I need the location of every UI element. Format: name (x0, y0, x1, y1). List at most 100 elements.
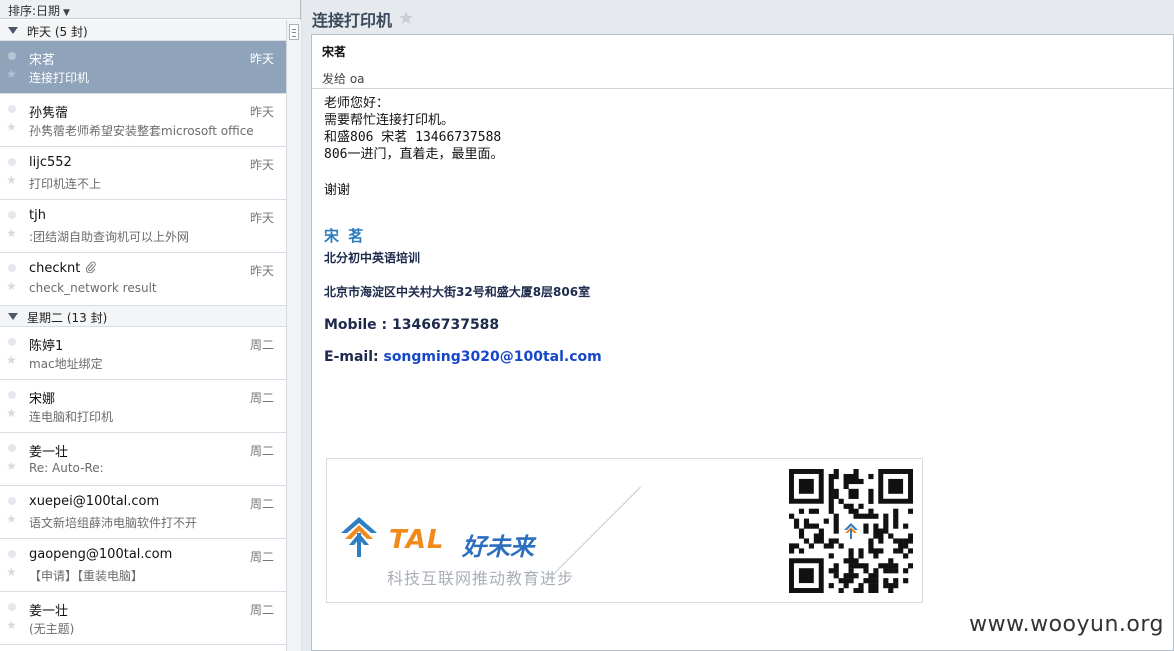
body-line: 需要帮忙连接打印机。 (324, 113, 455, 128)
star-icon[interactable]: ★ (6, 566, 17, 578)
mail-sender: 孙隽蓿 (29, 106, 69, 121)
collapse-triangle-icon[interactable] (8, 27, 18, 34)
signature: 宋 茗 北分初中英语培训 北京市海淀区中关村大街32号和盛大厦8层806室 Mo… (324, 225, 1173, 365)
unread-dot-icon[interactable] (8, 264, 16, 272)
mail-list-item[interactable]: ★ lijc552 昨天打印机连不上 (0, 147, 286, 200)
message-view: 宋茗 发给 oa 老师您好： 需要帮忙连接打印机。 和盛806 宋茗 13466… (311, 34, 1174, 651)
group-header[interactable]: 星期二 (13 封) (0, 306, 286, 327)
mail-subject-preview: 语文新培组薛沛电脑软件打不开 (29, 516, 198, 530)
unread-dot-icon[interactable] (8, 105, 16, 113)
mail-date: 周二 (249, 338, 274, 352)
mail-subject-preview: 连接打印机 (29, 71, 90, 85)
unread-dot-icon[interactable] (8, 52, 16, 60)
mail-subject-preview: (无主题) (29, 622, 75, 636)
qr-code-icon (789, 469, 913, 593)
star-icon[interactable]: ★ (6, 121, 17, 133)
collapse-triangle-icon[interactable] (8, 313, 18, 320)
signature-mobile: Mobile : 13466737588 (324, 317, 500, 333)
signature-address: 北京市海淀区中关村大街32号和盛大厦8层806室 (324, 285, 591, 299)
signature-banner: TAL 好未来 科技互联网推动教育进步 (326, 458, 923, 603)
mail-subject-preview: :团结湖自助查询机可以上外网 (29, 230, 190, 244)
message-subject: 连接打印机 (312, 11, 393, 30)
mail-subject-preview: 孙隽蓿老师希望安装整套microsoft office (29, 124, 254, 138)
subject-bar: 连接打印机 ★ (302, 0, 1174, 33)
mail-sender: 陈婷1 (29, 339, 64, 354)
mail-list-item[interactable]: ★ gaopeng@100tal.com 周二 【申请】【重装电脑】 (0, 539, 286, 592)
body-thanks: 谢谢 (324, 183, 351, 198)
mail-sender: lijc552 (29, 155, 72, 170)
list-scrollbar[interactable] (286, 20, 301, 651)
star-icon[interactable]: ★ (6, 619, 17, 631)
mail-list-item[interactable]: ★ tjh 昨天 :团结湖自助查询机可以上外网 (0, 200, 286, 253)
star-icon[interactable]: ★ (6, 460, 17, 472)
unread-dot-icon[interactable] (8, 338, 16, 346)
mail-date: 昨天 (249, 264, 274, 278)
email-link[interactable]: songming3020@100tal.com (383, 349, 601, 365)
tal-logo-cn: 好未来 (462, 533, 534, 561)
tal-tree-logo-icon (341, 517, 377, 557)
tal-logo-text: TAL (389, 525, 445, 555)
mail-date: 周二 (249, 603, 274, 617)
mail-list: 昨天 (5 封) ★ 宋茗 昨天 连接打印机 ★ 孙隽蓿 昨天 孙隽蓿老师希望安装整套micro… (0, 20, 286, 651)
mail-list-pane: 排序:日期 ▼ 昨天 (5 封) ★ 宋茗 昨天 连接打印机 ★ 孙隽蓿 昨天 孙隽蓿老师希望安装… (0, 0, 301, 651)
mail-list-item[interactable]: ★ 姜一壮 周二 Re: Auto-Re: (0, 433, 286, 486)
unread-dot-icon[interactable] (8, 550, 16, 558)
star-icon[interactable]: ★ (6, 174, 17, 186)
body-line: 806一进门，直着走，最里面。 (324, 147, 504, 162)
star-icon[interactable]: ★ (6, 407, 17, 419)
mail-date: 周二 (249, 550, 274, 564)
mail-subject-preview: Re: Auto-Re: (29, 461, 104, 475)
unread-dot-icon[interactable] (8, 158, 16, 166)
banner-tagline: 科技互联网推动教育进步 (387, 569, 575, 588)
mail-subject-preview: 【申请】【重装电脑】 (29, 569, 144, 583)
unread-dot-icon[interactable] (8, 444, 16, 452)
star-icon[interactable]: ★ (6, 354, 17, 366)
mail-list-item[interactable]: ★ 宋娜 周二连电脑和打印机 (0, 380, 286, 433)
body-line: 老师您好： (324, 96, 390, 111)
mail-date: 昨天 (249, 158, 274, 172)
unread-dot-icon[interactable] (8, 211, 16, 219)
star-icon[interactable]: ★ (6, 68, 17, 80)
mail-subject-preview: 打印机连不上 (29, 177, 102, 191)
reading-pane: 连接打印机 ★ 宋茗 发给 oa 老师您好： 需要帮忙连接打印机。 和盛806 … (302, 0, 1174, 651)
mail-sender: xuepei@100tal.com (29, 494, 160, 509)
star-icon[interactable]: ★ (398, 8, 414, 29)
mail-subject-preview: check_network result (29, 281, 157, 295)
message-body: 老师您好： 需要帮忙连接打印机。 和盛806 宋茗 13466737588 80… (312, 89, 1173, 365)
mail-list-item[interactable]: ★ 宋茗 昨天连接打印机 (0, 41, 286, 94)
signature-name: 宋 茗 (324, 227, 366, 245)
mail-list-item[interactable]: ★ xuepei@100tal.com 周二 语文新培组薛沛电脑软件打不开 (0, 486, 286, 539)
mail-sender: 宋娜 (29, 392, 56, 407)
mail-subject-preview: 连电脑和打印机 (29, 410, 114, 424)
unread-dot-icon[interactable] (8, 603, 16, 611)
mail-list-item[interactable]: ★ 陈婷1 周二 mac地址绑定 (0, 327, 286, 380)
body-line: 和盛806 宋茗 13466737588 (324, 130, 502, 145)
mail-sender: 宋茗 (29, 53, 56, 68)
mail-sender: tjh (29, 208, 46, 223)
mail-date: 周二 (249, 391, 274, 405)
message-to: 发给 oa (322, 72, 365, 86)
star-icon[interactable]: ★ (6, 227, 17, 239)
unread-dot-icon[interactable] (8, 497, 16, 505)
email-label: E-mail: (324, 349, 384, 365)
group-title: 昨天 (5 封) (27, 25, 88, 39)
scrollbar-thumb[interactable] (289, 24, 299, 40)
mail-list-item[interactable]: ★ 姜一壮 周二 (无主题) (0, 592, 286, 645)
mail-sender: 姜一壮 (29, 445, 69, 460)
mail-date: 昨天 (249, 52, 274, 66)
signature-dept: 北分初中英语培训 (324, 251, 421, 265)
mail-list-item[interactable]: ★ checknt 昨天 check_network result (0, 253, 286, 306)
paperclip-icon (86, 261, 97, 273)
star-icon[interactable]: ★ (6, 513, 17, 525)
mail-date: 昨天 (249, 105, 274, 119)
chevron-down-icon: ▼ (63, 8, 70, 18)
sort-dropdown[interactable]: 排序:日期 ▼ (0, 0, 300, 19)
message-from[interactable]: 宋茗 (322, 43, 1173, 60)
mail-list-item[interactable]: ★ 孙隽蓿 昨天孙隽蓿老师希望安装整套microsoft office (0, 94, 286, 147)
unread-dot-icon[interactable] (8, 391, 16, 399)
mail-sender: checknt (29, 261, 97, 276)
mail-subject-preview: mac地址绑定 (29, 357, 103, 371)
mail-date: 昨天 (249, 211, 274, 225)
star-icon[interactable]: ★ (6, 280, 17, 292)
group-header[interactable]: 昨天 (5 封) (0, 20, 286, 41)
